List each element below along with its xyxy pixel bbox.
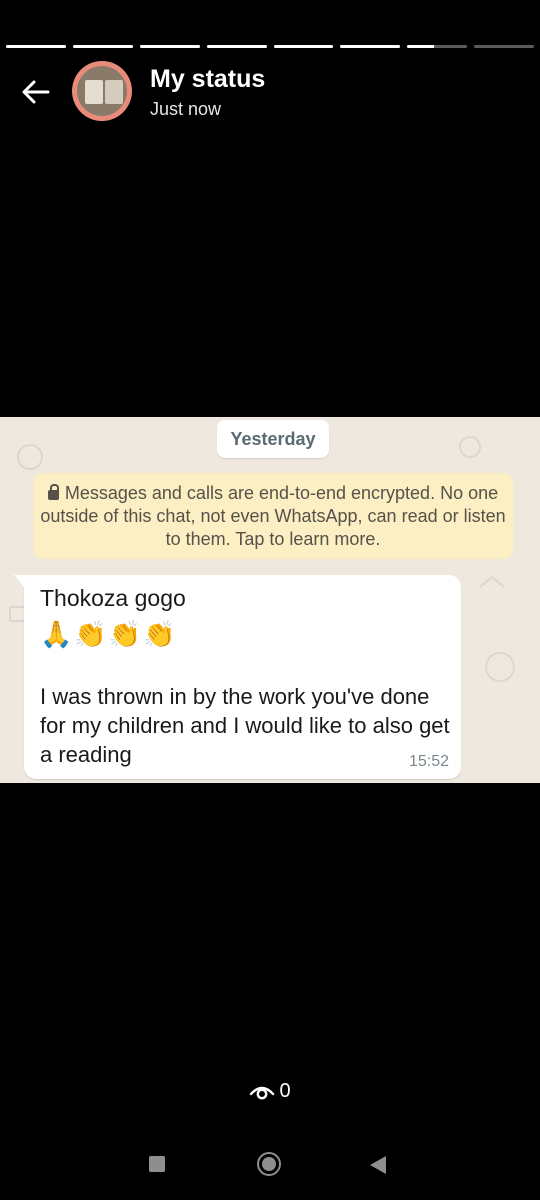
avatar[interactable] [72,61,132,121]
views-counter[interactable]: 0 [0,1080,540,1103]
progress-segment [273,45,334,48]
progress-segment [474,45,534,48]
progress-segment [139,45,200,48]
system-nav-bar [0,1140,540,1188]
home-button[interactable] [257,1152,281,1176]
lock-icon [47,484,59,500]
message-time: 15:52 [408,753,449,770]
eye-icon [250,1086,275,1099]
progress-segment [206,45,267,48]
avatar-image [77,66,127,116]
progress-segment [6,45,66,48]
recents-button[interactable] [149,1156,165,1172]
encryption-text: Messages and calls are end-to-end encryp… [40,483,506,549]
views-count: 0 [279,1080,291,1102]
date-separator: Yesterday [217,420,329,458]
progress-segment [340,45,401,48]
status-progress-bar [6,45,534,48]
message-bubble: Thokoza gogo 🙏👏👏👏 I was thrown in by the… [14,575,461,779]
status-header: My status Just now [0,60,540,124]
arrow-left-icon [22,80,50,104]
system-back-button[interactable] [370,1156,386,1174]
message-title: Thokoza gogo [40,585,186,611]
progress-segment [407,45,468,48]
status-time: Just now [150,99,222,119]
back-button[interactable] [16,72,56,112]
encryption-notice: Messages and calls are end-to-end encryp… [33,473,513,559]
message-body: I was thrown in by the work you've done … [40,684,450,767]
status-title: My status [150,65,266,93]
progress-segment [72,45,133,48]
message-emojis: 🙏👏👏👏 [40,619,178,649]
